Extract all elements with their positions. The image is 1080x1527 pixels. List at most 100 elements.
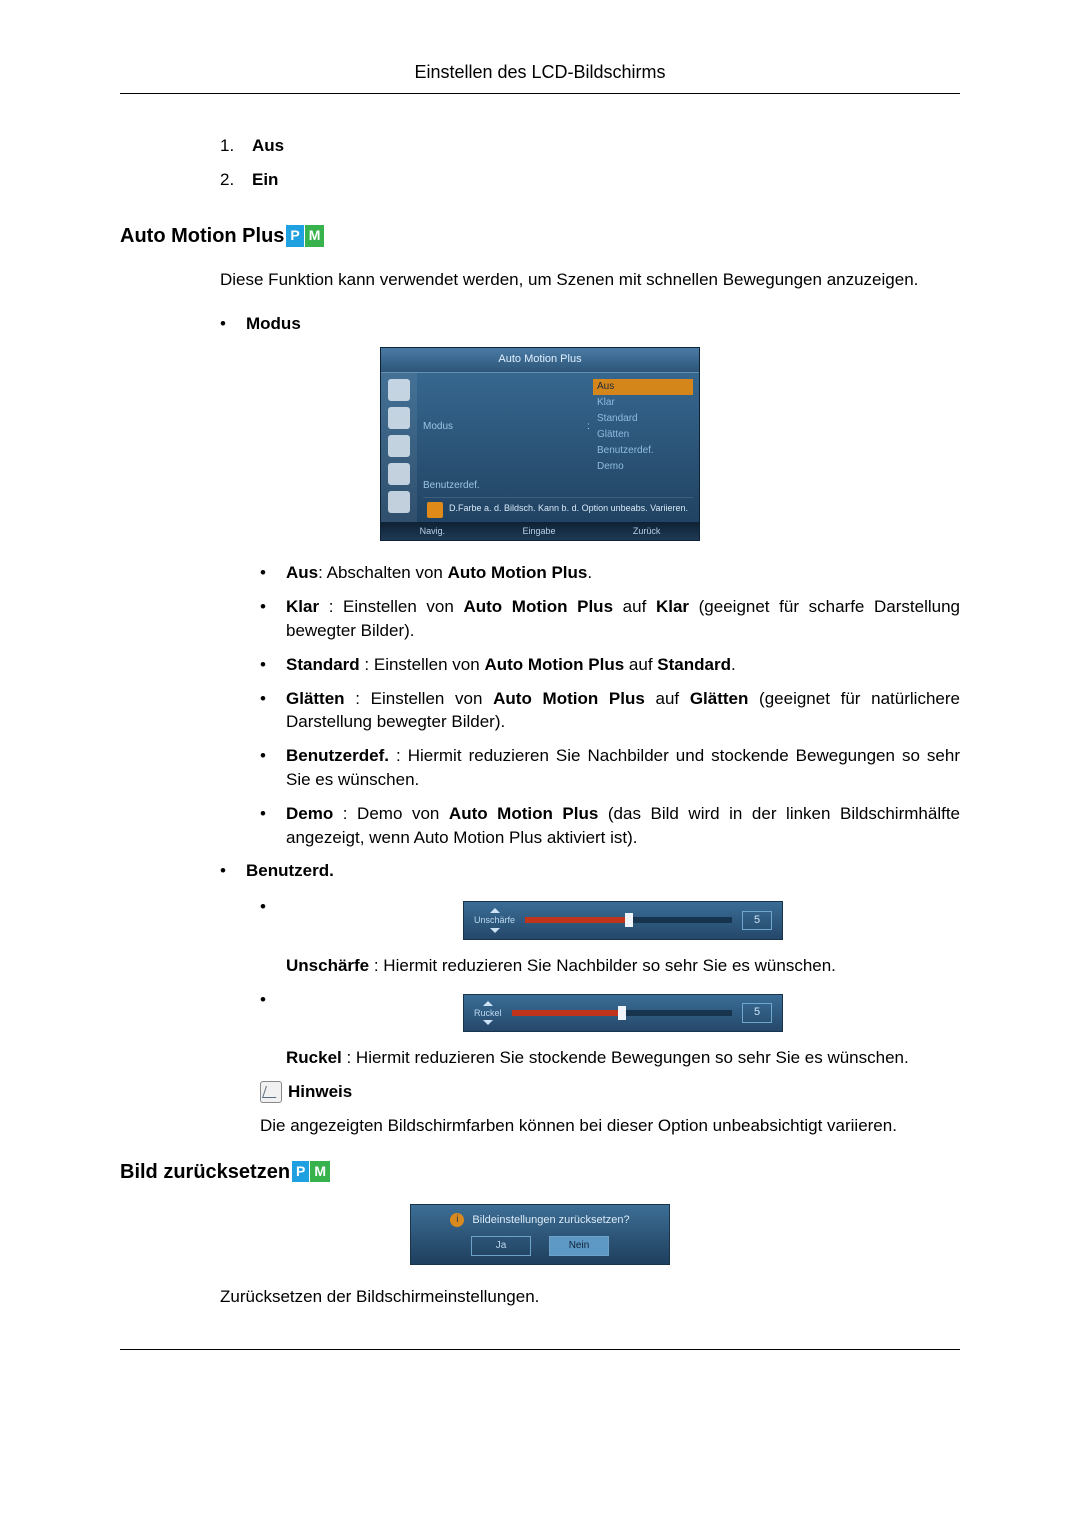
confirm-text: Bildeinstellungen zurücksetzen? [472, 1213, 629, 1228]
b: Auto Motion Plus [493, 689, 645, 708]
osd-title: Auto Motion Plus [381, 348, 699, 372]
desc-aus: • Aus: Abschalten von Auto Motion Plus. [260, 561, 960, 585]
b: Standard [657, 655, 731, 674]
warning-icon [427, 502, 443, 518]
t: : Hiermit reduzieren Sie stockende Beweg… [342, 1048, 909, 1067]
arrow-up-icon[interactable] [483, 1001, 493, 1006]
bullet-dot: • [260, 653, 286, 677]
osd-option[interactable]: Klar [593, 395, 693, 411]
bullet-dot: • [220, 312, 246, 336]
osd-option[interactable]: Benutzerdef. [593, 443, 693, 459]
confirm-nein-button[interactable]: Nein [549, 1236, 609, 1256]
section-heading-bild-zuruecksetzen: Bild zurücksetzen PM [120, 1158, 960, 1186]
osd-row-modus: Modus [423, 420, 587, 434]
slider-label-group: Unschärfe [474, 908, 515, 933]
t: : Abschalten von [318, 563, 447, 582]
osd-option[interactable]: Glätten [593, 427, 693, 443]
p-icon: P [292, 1161, 309, 1183]
arrow-down-icon[interactable] [483, 1020, 493, 1025]
slider-label-group: Ruckel [474, 1001, 502, 1026]
t: auf [645, 689, 690, 708]
bullet-benutzerd: • Benutzerd. [220, 859, 960, 883]
hinweis-text: Die angezeigten Bildschirmfarben können … [260, 1114, 960, 1138]
desc-demo: • Demo : Demo von Auto Motion Plus (das … [260, 802, 960, 850]
list-label: Ein [252, 168, 278, 192]
desc-glaetten: • Glätten : Einstellen von Auto Motion P… [260, 687, 960, 735]
b: Klar [286, 597, 319, 616]
list-number: 1. [220, 134, 240, 158]
osd-screenshot: Auto Motion Plus Modus : Aus Klar Standa… [120, 347, 960, 541]
osd-option[interactable]: Aus [593, 379, 693, 395]
osd-hint-text: D.Farbe a. d. Bildsch. Kann b. d. Option… [449, 502, 688, 515]
intro-paragraph: Diese Funktion kann verwendet werden, um… [220, 268, 960, 292]
osd-hint: D.Farbe a. d. Bildsch. Kann b. d. Option… [423, 497, 693, 522]
osd-footer-back: Zurück [633, 525, 661, 538]
b: Standard [286, 655, 360, 674]
b: Klar [656, 597, 689, 616]
arrow-down-icon[interactable] [490, 928, 500, 933]
bullet-dot: • [260, 895, 286, 977]
list-number: 2. [220, 168, 240, 192]
header-rule [120, 93, 960, 94]
slider1-item: • Unschärfe 5 Unschärfe : Hiermit reduzi… [260, 895, 960, 977]
b: Aus [286, 563, 318, 582]
t: : Einstellen von [319, 597, 463, 616]
reset-description: Zurücksetzen der Bildschirmeinstellungen… [220, 1285, 960, 1309]
bullet-dot: • [260, 561, 286, 585]
note-icon [260, 1081, 282, 1103]
page-header: Einstellen des LCD-Bildschirms [120, 60, 960, 93]
osd-icon-2 [388, 407, 410, 429]
slider-label: Unschärfe [474, 914, 515, 927]
osd-footer-nav: Navig. [420, 525, 446, 538]
slider-track[interactable] [512, 1010, 732, 1016]
osd-icon-1 [388, 379, 410, 401]
desc-klar: • Klar : Einstellen von Auto Motion Plus… [260, 595, 960, 643]
b: Auto Motion Plus [463, 597, 613, 616]
m-icon: M [310, 1161, 330, 1183]
b: Auto Motion Plus [448, 563, 588, 582]
bullet-dot: • [260, 744, 286, 792]
b: Benutzerdef. [286, 746, 389, 765]
osd-icon-3 [388, 435, 410, 457]
bullet-dot: • [260, 595, 286, 643]
modus-label: Modus [246, 314, 301, 333]
hinweis-row: Hinweis [260, 1080, 960, 1104]
t: : Einstellen von [345, 689, 494, 708]
heading-text: Auto Motion Plus [120, 222, 284, 250]
confirm-ja-button[interactable]: Ja [471, 1236, 531, 1256]
info-icon: i [450, 1213, 464, 1227]
t: . [587, 563, 592, 582]
list-label: Aus [252, 134, 284, 158]
t: auf [624, 655, 657, 674]
osd-icon-5 [388, 491, 410, 513]
arrow-up-icon[interactable] [490, 908, 500, 913]
osd-option[interactable]: Standard [593, 411, 693, 427]
osd-option[interactable]: Demo [593, 459, 693, 475]
t: : Demo von [333, 804, 449, 823]
section-heading-auto-motion-plus: Auto Motion Plus PM [120, 222, 960, 250]
t: auf [613, 597, 656, 616]
confirm-dialog-screenshot: i Bildeinstellungen zurücksetzen? Ja Nei… [120, 1204, 960, 1265]
slider-label: Ruckel [474, 1007, 502, 1020]
footer-rule [120, 1349, 960, 1350]
t: . [731, 655, 736, 674]
bullet-dot: • [260, 988, 286, 1070]
bullet-modus: • Modus [220, 312, 960, 336]
heading-text: Bild zurücksetzen [120, 1158, 290, 1186]
slider-thumb[interactable] [625, 913, 633, 927]
b: Auto Motion Plus [484, 655, 624, 674]
slider-track[interactable] [525, 917, 732, 923]
osd-footer-enter: Eingabe [522, 525, 555, 538]
bullet-dot: • [260, 802, 286, 850]
desc-standard: • Standard : Einstellen von Auto Motion … [260, 653, 960, 677]
osd-row-benutzerdef: Benutzerdef. [423, 479, 693, 493]
osd-icon-4 [388, 463, 410, 485]
slider2-item: • Ruckel 5 Ruckel : Hiermit reduzieren S… [260, 988, 960, 1070]
m-icon: M [305, 225, 325, 247]
osd-footer: Navig. Eingabe Zurück [381, 522, 699, 541]
benutzerd-label: Benutzerd. [246, 861, 334, 880]
slider-thumb[interactable] [618, 1006, 626, 1020]
hinweis-label: Hinweis [288, 1080, 352, 1104]
b: Demo [286, 804, 333, 823]
pm-badge-icon: PM [292, 1161, 330, 1183]
